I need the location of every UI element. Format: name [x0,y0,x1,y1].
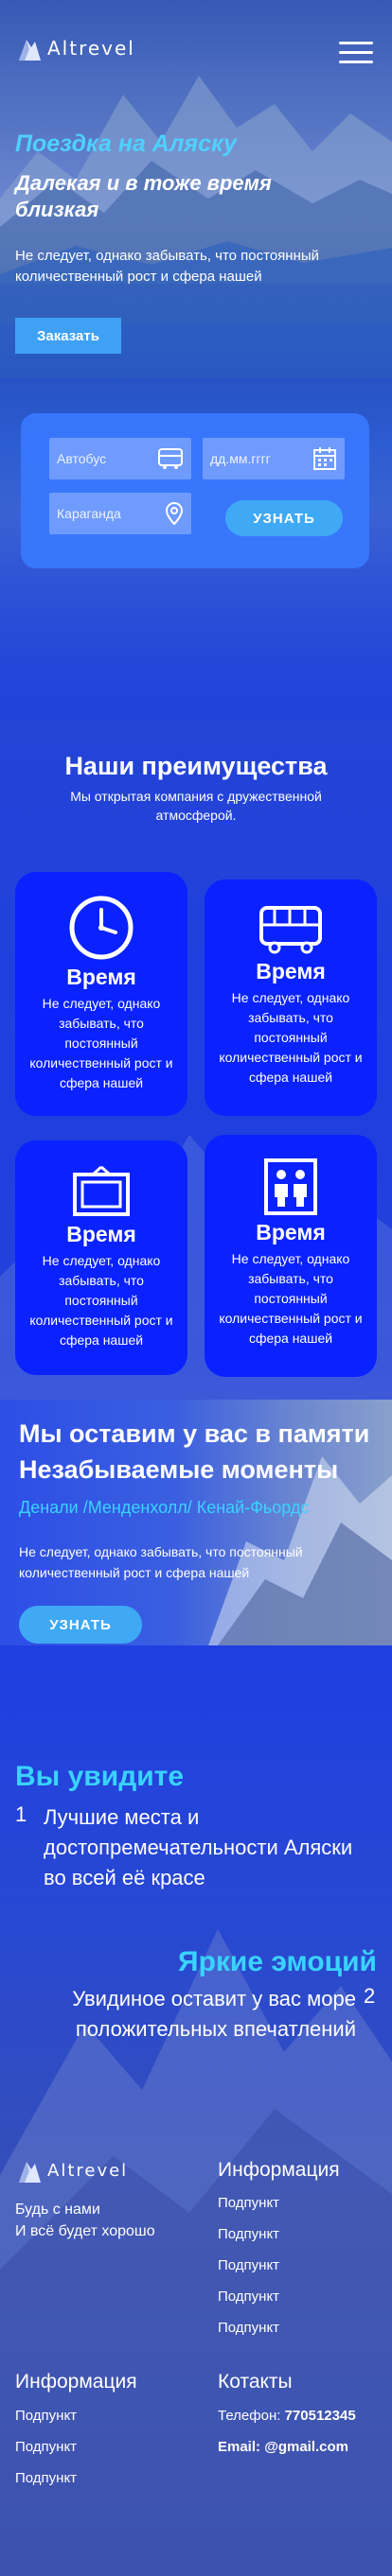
learn-more-button[interactable]: УЗНАТЬ [19,1606,142,1644]
card-title: Время [256,1220,326,1244]
transport-value: Автобус [57,451,107,466]
memories-title: Мы оставим у вас в памяти Незабываемые м… [19,1419,370,1484]
memories-places: Денали /Менденхолл/ Кенай-Фьордс [19,1498,310,1517]
hero-subtitle: Далекая и в тоже время близкая [15,171,272,221]
search-form: Автобус дд.мм.гггг Караганда УЗНАТЬ [21,413,369,568]
city-value: Караганда [57,506,121,521]
logo-mountain-icon [19,40,41,61]
see-number: 1 [15,1802,27,1826]
bus-icon [158,448,183,469]
memories-description: Не следует, однако забывать, что постоян… [19,1544,303,1580]
card-text: Не следует, однако забывать, что постоян… [29,996,173,1090]
footer-tagline-line: И всё будет хорошо [15,2223,155,2239]
hero-title: Поездка на Аляску [15,131,237,157]
footer-email[interactable]: Email: @gmail.com [218,2439,348,2455]
menu-line-icon [339,42,373,44]
footer-link[interactable]: Подпункт [15,2408,77,2424]
emotions-number: 2 [364,1984,376,2008]
card-text: Не следует, однако забывать, что постоян… [219,1251,363,1346]
card-text: Не следует, однако забывать, что постоян… [29,1253,173,1348]
advantages-title: Наши преимущества [64,752,328,780]
logo-mountain-icon [19,2162,41,2183]
advantage-card: Время Не следует, однако забывать, что п… [205,1135,377,1377]
clock-icon [69,896,134,960]
emotions-title: Яркие эмоций [178,1946,377,1977]
footer-link[interactable]: Подпункт [218,2226,279,2242]
emotions-text: Увидиное оставит у вас море положительны… [72,1987,356,2041]
menu-line-icon [339,51,373,54]
footer-link[interactable]: Подпункт [15,2439,77,2455]
advantages-description: Мы открытая компания с дружественной атм… [70,789,322,823]
phone-value: 770512345 [284,2408,356,2424]
elevator-icon [264,1158,317,1215]
footer-link[interactable]: Подпункт [218,2195,279,2211]
menu-line-icon [339,61,373,63]
advantage-card: Время Не следует, однако забывать, что п… [15,1140,187,1375]
bus-icon [259,906,322,954]
logo-text: Altrevel [47,37,135,60]
hero-description: Не следует, однако забывать, что постоян… [15,248,320,285]
footer-info-title: Информация [218,2159,340,2181]
card-title: Время [256,959,326,983]
calendar-icon [313,447,336,470]
footer-link[interactable]: Подпункт [218,2257,279,2273]
footer-logo-text: Altrevel [47,2160,129,2181]
footer-logo[interactable]: Altrevel [17,2156,128,2184]
advantage-card: Время Не следует, однако забывать, что п… [15,872,187,1116]
footer-phone[interactable]: Телефон: 770512345 [218,2408,356,2424]
date-value: дд.мм.гггг [210,451,271,466]
card-title: Время [66,965,136,989]
see-title: Вы увидите [15,1761,185,1792]
card-text: Не следует, однако забывать, что постоян… [219,990,363,1085]
menu-button[interactable] [339,42,373,64]
footer-link[interactable]: Подпункт [15,2470,77,2486]
city-input[interactable]: Караганда [49,493,191,534]
date-input[interactable]: дд.мм.гггг [203,438,345,479]
find-button[interactable]: УЗНАТЬ [225,500,343,536]
footer-link[interactable]: Подпункт [218,2289,279,2305]
footer-tagline-line: Будь с нами [15,2202,100,2218]
footer-link[interactable]: Подпункт [218,2320,279,2336]
advantage-card: Время Не следует, однако забывать, что п… [205,879,377,1116]
transport-select[interactable]: Автобус [49,438,191,479]
phone-label: Телефон: [218,2408,281,2424]
picture-frame-icon [73,1165,130,1216]
card-title: Время [66,1222,136,1246]
email-value: @gmail.com [264,2439,349,2455]
location-pin-icon [165,501,184,526]
see-text: Лучшие места и достопремечательности Аля… [44,1805,353,1889]
logo[interactable]: Altrevel [17,34,135,62]
email-label: Email: [218,2439,261,2455]
footer-info-title: Информация [15,2371,137,2393]
footer-contacts-title: Котакты [218,2371,293,2393]
order-button[interactable]: Заказать [15,318,121,354]
footer-tagline: Будь с нами И всё будет хорошо [15,2199,155,2242]
